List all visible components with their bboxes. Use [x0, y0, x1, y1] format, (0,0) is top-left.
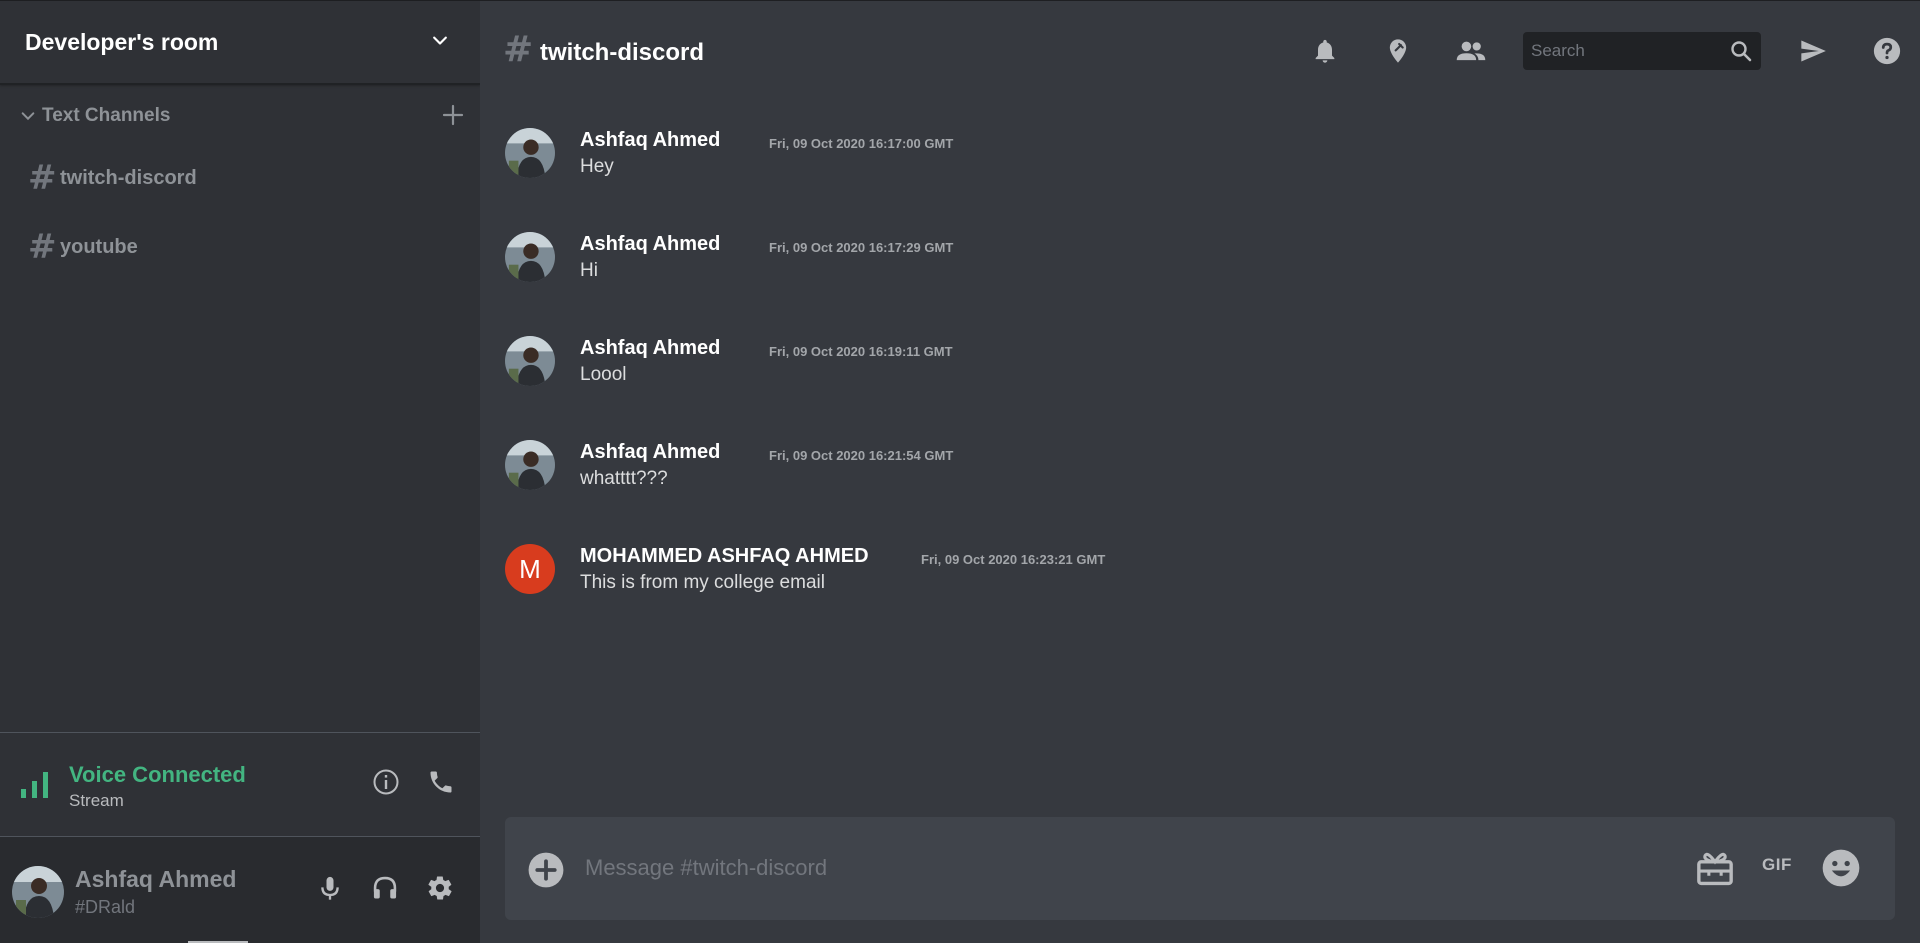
- message-avatar[interactable]: M: [505, 544, 555, 594]
- message-avatar[interactable]: [505, 128, 555, 178]
- gif-button[interactable]: GIF: [1762, 855, 1792, 875]
- message: Ashfaq Ahmed Fri, 09 Oct 2020 16:21:54 G…: [505, 440, 1805, 500]
- message-text: whatttt???: [580, 468, 668, 489]
- bell-icon[interactable]: [1311, 37, 1339, 65]
- message-timestamp: Fri, 09 Oct 2020 16:17:29 GMT: [769, 240, 954, 255]
- message-timestamp: Fri, 09 Oct 2020 16:23:21 GMT: [921, 552, 1106, 567]
- hash-icon: #: [28, 158, 57, 198]
- chat-main: # twitch-discord Search Ashfaq Ahmed Fri…: [480, 0, 1920, 943]
- channel-header: # twitch-discord: [480, 1, 1920, 101]
- signal-icon: [21, 772, 48, 798]
- plus-icon[interactable]: [441, 103, 465, 127]
- help-icon[interactable]: [1872, 36, 1902, 66]
- category-text-channels[interactable]: Text Channels: [20, 103, 465, 129]
- avatar-photo: [505, 128, 555, 178]
- send-icon[interactable]: [1798, 37, 1828, 65]
- message: Ashfaq Ahmed Fri, 09 Oct 2020 16:17:00 G…: [505, 128, 1805, 188]
- avatar-photo: [505, 232, 555, 282]
- add-circle-icon[interactable]: [527, 851, 565, 889]
- message-author[interactable]: Ashfaq Ahmed: [580, 129, 720, 152]
- hash-icon: #: [28, 227, 57, 267]
- user-tag: #DRald: [75, 897, 136, 917]
- voice-status-title: Voice Connected: [69, 762, 246, 787]
- search-bar: [1523, 32, 1761, 70]
- message-author[interactable]: Ashfaq Ahmed: [580, 441, 720, 464]
- message-text: Hey: [580, 156, 614, 177]
- message-avatar[interactable]: [505, 440, 555, 490]
- voice-channel-name[interactable]: Stream: [69, 791, 124, 811]
- channel-name: twitch-discord: [60, 166, 197, 189]
- members-icon[interactable]: [1455, 37, 1487, 65]
- gear-icon[interactable]: [426, 874, 454, 902]
- avatar-letter: M: [519, 553, 541, 584]
- channel-title: twitch-discord: [540, 39, 705, 66]
- chevron-down-icon[interactable]: [20, 108, 36, 124]
- hash-icon: #: [503, 29, 534, 70]
- message-avatar[interactable]: [505, 336, 555, 386]
- avatar-photo: [505, 336, 555, 386]
- category-label: Text Channels: [42, 105, 171, 126]
- user-panel: [0, 837, 480, 943]
- avatar-photo: [12, 866, 64, 918]
- channel-youtube[interactable]: # youtube: [18, 225, 463, 269]
- message: Ashfaq Ahmed Fri, 09 Oct 2020 16:17:29 G…: [505, 232, 1805, 292]
- message-timestamp: Fri, 09 Oct 2020 16:19:11 GMT: [769, 344, 953, 359]
- chevron-down-icon[interactable]: [430, 31, 450, 51]
- message-timestamp: Fri, 09 Oct 2020 16:21:54 GMT: [769, 448, 954, 463]
- avatar-photo: [505, 440, 555, 490]
- message: M MOHAMMED ASHFAQ AHMED Fri, 09 Oct 2020…: [505, 544, 1805, 604]
- message-author[interactable]: Ashfaq Ahmed: [580, 233, 720, 256]
- sidebar: Developer's room Text Channels # twitch-…: [0, 0, 480, 943]
- message-timestamp: Fri, 09 Oct 2020 16:17:00 GMT: [769, 136, 954, 151]
- server-name: Developer's room: [25, 28, 219, 55]
- channel-name: youtube: [60, 235, 138, 258]
- message-author[interactable]: MOHAMMED ASHFAQ AHMED: [580, 545, 869, 568]
- user-avatar[interactable]: [12, 866, 64, 918]
- server-header[interactable]: Developer's room: [0, 1, 480, 85]
- message-composer: GIF: [505, 817, 1895, 920]
- phone-icon[interactable]: [427, 768, 455, 796]
- message-text: This is from my college email: [580, 572, 825, 593]
- info-icon[interactable]: [372, 768, 400, 796]
- headphones-icon[interactable]: [371, 874, 399, 902]
- message: Ashfaq Ahmed Fri, 09 Oct 2020 16:19:11 G…: [505, 336, 1805, 396]
- channel-twitch-discord[interactable]: # twitch-discord: [18, 156, 463, 200]
- message-text: Loool: [580, 364, 627, 385]
- discord-app: Developer's room Text Channels # twitch-…: [0, 0, 1920, 943]
- search-input[interactable]: [1523, 32, 1723, 70]
- pin-icon[interactable]: [1384, 37, 1412, 65]
- message-text: Hi: [580, 260, 598, 281]
- search-icon[interactable]: [1729, 39, 1753, 63]
- gift-icon[interactable]: [1695, 849, 1735, 887]
- message-author[interactable]: Ashfaq Ahmed: [580, 337, 720, 360]
- message-avatar[interactable]: [505, 232, 555, 282]
- user-name: Ashfaq Ahmed: [75, 866, 237, 892]
- microphone-icon[interactable]: [316, 874, 344, 902]
- emoji-icon[interactable]: [1821, 848, 1861, 888]
- message-input[interactable]: [585, 843, 1585, 893]
